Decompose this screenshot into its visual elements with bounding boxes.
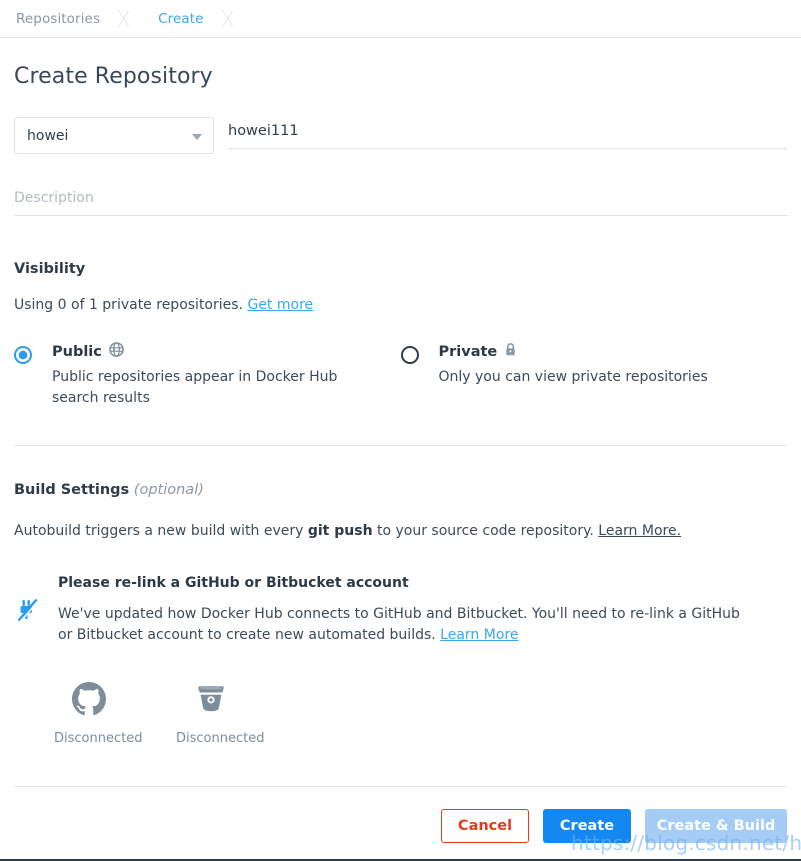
public-radio[interactable] [14, 346, 32, 364]
private-radio[interactable] [400, 346, 419, 364]
build-settings-label: Build Settings [14, 482, 130, 498]
provider-github[interactable]: Disconnected [54, 682, 143, 746]
autobuild-learn-more-link[interactable]: Learn More. [598, 523, 681, 539]
private-option-body: Private Only you can view private reposi… [439, 342, 708, 409]
relink-account-alert: Please re-link a GitHub or Bitbucket acc… [14, 575, 787, 646]
breadcrumb-separator-icon-2 [218, 0, 244, 37]
github-icon[interactable] [72, 682, 106, 720]
visibility-options: Public Public repositories appear in Doc… [14, 342, 787, 409]
breadcrumb-repositories-label: Repositories [16, 10, 101, 27]
get-more-link[interactable]: Get more [247, 297, 313, 313]
public-description: Public repositories appear in Docker Hub… [52, 369, 338, 406]
quota-text: Using 0 of 1 private repositories. [14, 297, 244, 313]
bitbucket-status: Disconnected [176, 731, 265, 746]
relink-learn-more-link[interactable]: Learn More [440, 627, 518, 643]
description-field-wrap [14, 184, 787, 216]
relink-alert-body: Please re-link a GitHub or Bitbucket acc… [58, 575, 787, 646]
cancel-button[interactable]: Cancel [441, 809, 529, 843]
autobuild-description: Autobuild triggers a new build with ever… [14, 523, 787, 539]
visibility-option-private[interactable]: Private Only you can view private reposi… [400, 342, 788, 409]
lock-icon [504, 342, 517, 361]
relink-alert-text: We've updated how Docker Hub connects to… [58, 604, 757, 646]
source-provider-list: Disconnected Disconnected [14, 682, 787, 746]
repository-name-row: howei [14, 117, 787, 154]
repository-name-field-wrap [228, 117, 787, 149]
page-title: Create Repository [14, 64, 213, 89]
namespace-select[interactable]: howei [14, 117, 214, 154]
visibility-divider [14, 445, 787, 446]
public-option-head: Public [52, 342, 352, 361]
private-label: Private [438, 343, 498, 360]
build-settings-optional-label: (optional) [133, 482, 204, 498]
autobuild-suffix: to your source code repository. [372, 523, 599, 539]
description-input[interactable] [14, 184, 787, 216]
breadcrumb-separator-icon [114, 0, 140, 37]
disconnected-plug-icon [16, 575, 58, 646]
bitbucket-icon[interactable] [194, 686, 228, 720]
public-label: Public [52, 343, 102, 360]
relink-alert-body-text: We've updated how Docker Hub connects to… [58, 606, 740, 643]
globe-icon [109, 342, 124, 361]
create-and-build-button[interactable]: Create & Build [645, 809, 787, 843]
public-option-body: Public Public repositories appear in Doc… [52, 342, 352, 409]
visibility-section-title: Visibility [14, 261, 86, 277]
chevron-down-icon [192, 134, 202, 140]
namespace-select-value: howei [27, 127, 69, 144]
visibility-option-public[interactable]: Public Public repositories appear in Doc… [14, 342, 401, 409]
private-repo-quota: Using 0 of 1 private repositories. Get m… [14, 297, 787, 313]
provider-bitbucket[interactable]: Disconnected [176, 682, 265, 746]
footer-divider [14, 786, 787, 787]
git-push-code: git push [307, 523, 373, 539]
relink-alert-heading: Please re-link a GitHub or Bitbucket acc… [58, 575, 409, 591]
autobuild-prefix: Autobuild triggers a new build with ever… [14, 523, 308, 539]
breadcrumb-create-label: Create [158, 10, 204, 27]
github-status: Disconnected [54, 731, 143, 746]
private-option-head: Private [439, 342, 708, 361]
create-button[interactable]: Create [543, 809, 631, 843]
breadcrumb-item-repositories[interactable]: Repositories [16, 0, 114, 37]
form-actions: Cancel Create Create & Build [14, 809, 787, 843]
private-description: Only you can view private repositories [438, 369, 708, 385]
repository-name-input[interactable] [228, 117, 787, 149]
breadcrumb: Repositories Create [0, 0, 801, 38]
build-settings-title: Build Settings (optional) [14, 482, 787, 498]
breadcrumb-item-create[interactable]: Create [140, 0, 217, 37]
